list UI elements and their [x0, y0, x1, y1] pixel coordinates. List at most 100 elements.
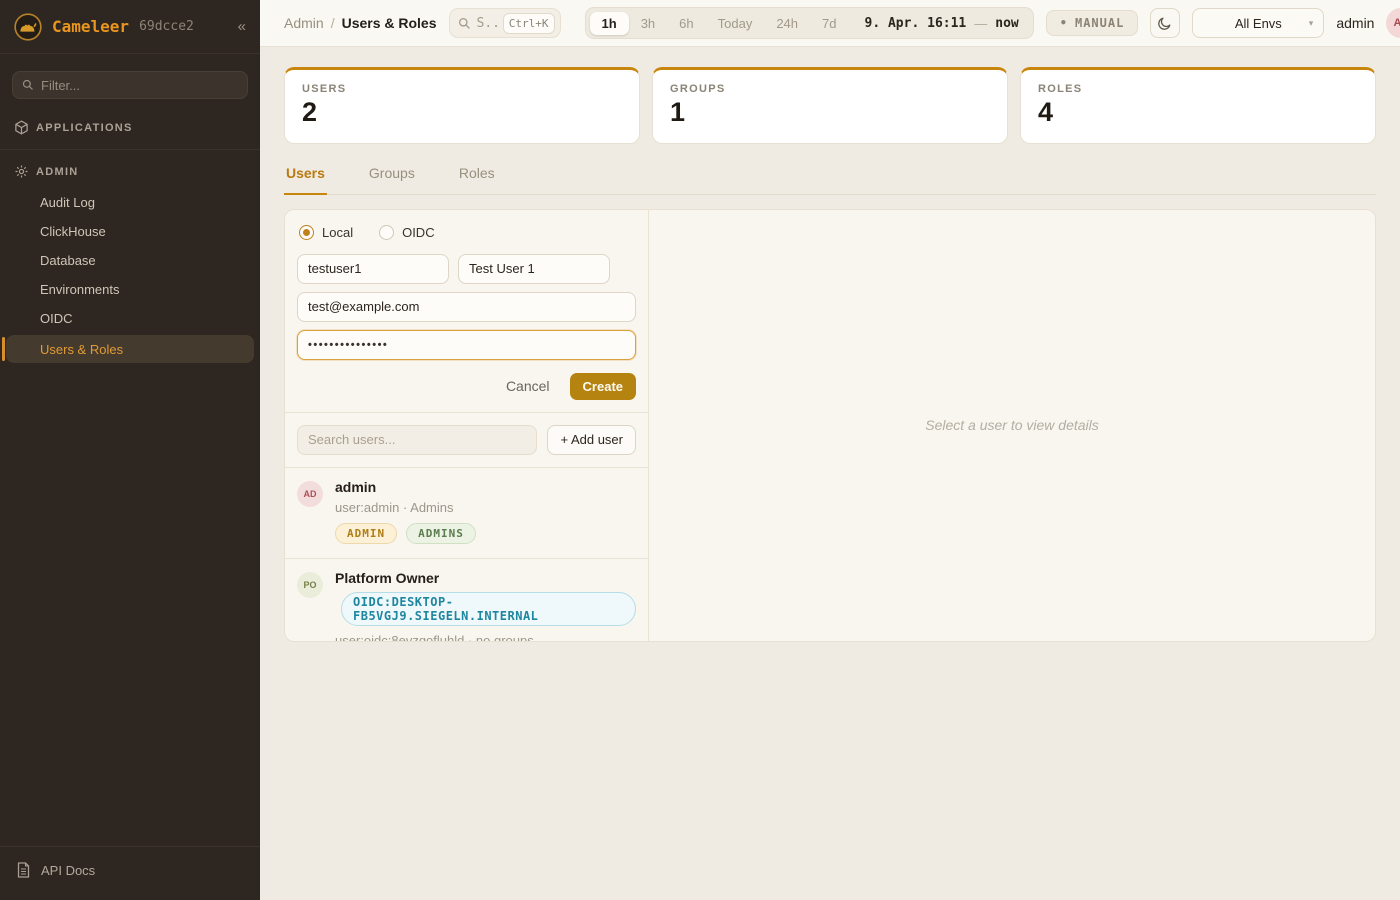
role-badge-admin: ADMIN: [335, 523, 397, 544]
user-detail-pane: Select a user to view details: [649, 210, 1375, 641]
tab-roles[interactable]: Roles: [457, 165, 497, 195]
moon-icon: [1157, 15, 1173, 31]
user-name: Platform Owner: [335, 570, 636, 586]
sidebar-header: Cameleer 69dcce2 «: [0, 0, 260, 54]
tabs: Users Groups Roles: [284, 165, 1376, 195]
gear-icon: [14, 164, 29, 179]
time-range-3h[interactable]: 3h: [629, 12, 667, 35]
search-icon: [22, 79, 34, 91]
sidebar-item-clickhouse[interactable]: ClickHouse: [0, 217, 260, 246]
time-from-value[interactable]: 9. Apr. 16:11: [849, 16, 975, 31]
package-icon: [14, 120, 29, 135]
chevron-down-icon: ▾: [1309, 18, 1314, 29]
tab-groups[interactable]: Groups: [367, 165, 417, 195]
breadcrumb-separator: /: [331, 15, 335, 31]
breadcrumb: Admin / Users & Roles: [284, 15, 437, 31]
sidebar-collapse-icon[interactable]: «: [238, 19, 246, 34]
sidebar-divider: [0, 149, 260, 150]
avatar: AD: [297, 481, 323, 507]
radio-local-label: Local: [322, 225, 353, 240]
status-dot: •: [1060, 16, 1068, 30]
email-row: [297, 292, 636, 322]
global-search-button[interactable]: S... Ctrl+K: [449, 8, 561, 38]
environment-select[interactable]: All Envs ▾: [1192, 8, 1324, 38]
password-field[interactable]: [297, 330, 636, 360]
api-docs-link[interactable]: API Docs: [0, 846, 260, 900]
group-badge-admins: ADMINS: [406, 523, 476, 544]
time-range-selector: 1h 3h 6h Today 24h 7d 9. Apr. 16:11 — no…: [585, 7, 1034, 39]
stat-value: 4: [1038, 98, 1358, 128]
current-username: admin: [1336, 15, 1374, 31]
sidebar-nav: Audit Log ClickHouse Database Environmen…: [0, 188, 260, 365]
user-row-platform-owner[interactable]: PO Platform Owner OIDC:DESKTOP-FB5VGJ9.S…: [285, 558, 648, 642]
topbar: Admin / Users & Roles S... Ctrl+K 1h 3h …: [260, 0, 1400, 47]
user-list-toolbar: + Add user: [285, 413, 648, 468]
users-panel: Local OIDC: [284, 209, 1376, 642]
radio-local[interactable]: Local: [299, 225, 353, 240]
badge-row: ADMIN ADMINS: [335, 523, 476, 544]
form-actions: Cancel Create: [297, 373, 636, 400]
users-left-pane: Local OIDC: [285, 210, 649, 641]
user-type-radio-group: Local OIDC: [299, 225, 636, 240]
username-field[interactable]: [297, 254, 449, 284]
sidebar-section-applications[interactable]: APPLICATIONS: [0, 111, 260, 144]
environment-select-value: All Envs: [1235, 16, 1282, 31]
stat-card-roles: ROLES 4: [1020, 67, 1376, 144]
stats-row: USERS 2 GROUPS 1 ROLES 4: [284, 67, 1376, 144]
user-row-admin[interactable]: AD admin user:admin · Admins ADMIN ADMIN…: [285, 468, 648, 558]
time-range-today[interactable]: Today: [706, 12, 765, 35]
stat-label: USERS: [302, 83, 622, 95]
email-field[interactable]: [297, 292, 636, 322]
time-range-1h[interactable]: 1h: [590, 12, 629, 35]
time-range-6h[interactable]: 6h: [667, 12, 705, 35]
search-users-input[interactable]: [297, 425, 537, 455]
create-button[interactable]: Create: [570, 373, 636, 400]
breadcrumb-admin[interactable]: Admin: [284, 15, 324, 31]
sidebar-section-admin[interactable]: ADMIN: [0, 155, 260, 188]
dark-mode-toggle[interactable]: [1150, 8, 1180, 38]
empty-detail-hint: Select a user to view details: [925, 417, 1099, 433]
radio-oidc-label: OIDC: [402, 225, 435, 240]
add-user-button[interactable]: + Add user: [547, 425, 636, 455]
app-version: 69dcce2: [139, 19, 194, 34]
name-fields-row: [297, 254, 611, 284]
oidc-provider-badge: OIDC:DESKTOP-FB5VGJ9.SIEGELN.INTERNAL: [341, 592, 636, 626]
user-meta: user:admin · Admins: [335, 500, 476, 515]
sidebar-item-audit-log[interactable]: Audit Log: [0, 188, 260, 217]
user-avatar[interactable]: AD: [1386, 8, 1400, 38]
page-content: USERS 2 GROUPS 1 ROLES 4 Users Groups Ro…: [260, 47, 1400, 662]
cancel-button[interactable]: Cancel: [506, 378, 550, 394]
password-row: [297, 330, 636, 360]
cameleer-logo-icon: [14, 13, 42, 41]
refresh-mode-badge[interactable]: • MANUAL: [1046, 10, 1139, 36]
stat-label: GROUPS: [670, 83, 990, 95]
time-range-7d[interactable]: 7d: [810, 12, 848, 35]
app-title: Cameleer: [52, 17, 129, 36]
sidebar-filter-input[interactable]: [41, 78, 238, 93]
radio-selected-icon[interactable]: [299, 225, 314, 240]
sidebar: Cameleer 69dcce2 « APPLICATIONS ADMIN Au…: [0, 0, 260, 900]
user-list: AD admin user:admin · Admins ADMIN ADMIN…: [285, 468, 648, 642]
stat-value: 1: [670, 98, 990, 128]
user-meta: user:oidc:8evzqofluhld · no groups: [335, 633, 636, 642]
time-range-24h[interactable]: 24h: [764, 12, 810, 35]
section-label: APPLICATIONS: [36, 122, 133, 134]
sidebar-item-environments[interactable]: Environments: [0, 275, 260, 304]
display-name-field[interactable]: [458, 254, 610, 284]
sidebar-item-users-roles[interactable]: Users & Roles: [6, 335, 254, 363]
sidebar-item-oidc[interactable]: OIDC: [0, 304, 260, 333]
tab-users[interactable]: Users: [284, 165, 327, 195]
sidebar-item-database[interactable]: Database: [0, 246, 260, 275]
breadcrumb-current: Users & Roles: [342, 15, 437, 31]
radio-oidc[interactable]: OIDC: [379, 225, 435, 240]
stat-card-groups: GROUPS 1: [652, 67, 1008, 144]
stat-card-users: USERS 2: [284, 67, 640, 144]
sidebar-filter[interactable]: [12, 71, 248, 99]
stat-value: 2: [302, 98, 622, 128]
document-icon: [16, 862, 31, 878]
radio-unselected-icon[interactable]: [379, 225, 394, 240]
topbar-right: • MANUAL All Envs ▾ admin AD: [1046, 8, 1400, 38]
time-separator: —: [974, 16, 987, 31]
time-to-value[interactable]: now: [987, 16, 1028, 31]
stat-label: ROLES: [1038, 83, 1358, 95]
